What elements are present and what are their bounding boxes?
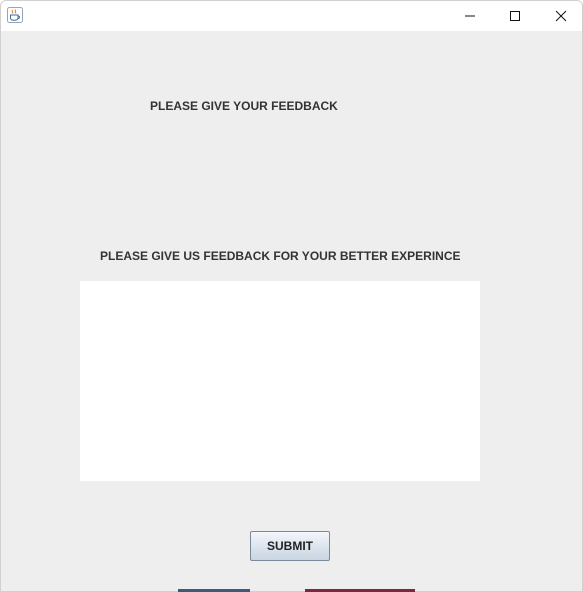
close-icon: [555, 7, 567, 26]
app-window: PLEASE GIVE YOUR FEEDBACK PLEASE GIVE US…: [0, 0, 583, 592]
close-button[interactable]: [538, 1, 582, 31]
content-pane: PLEASE GIVE YOUR FEEDBACK PLEASE GIVE US…: [1, 31, 582, 591]
maximize-button[interactable]: [492, 1, 538, 31]
java-cup-icon: [7, 7, 23, 23]
submit-button[interactable]: SUBMIT: [250, 531, 330, 561]
maximize-icon: [509, 7, 521, 26]
minimize-icon: [464, 7, 476, 26]
feedback-prompt-label: PLEASE GIVE US FEEDBACK FOR YOUR BETTER …: [100, 249, 461, 263]
feedback-heading: PLEASE GIVE YOUR FEEDBACK: [150, 99, 338, 113]
title-bar[interactable]: [1, 1, 582, 31]
feedback-textarea[interactable]: [80, 281, 480, 481]
minimize-button[interactable]: [447, 1, 493, 31]
